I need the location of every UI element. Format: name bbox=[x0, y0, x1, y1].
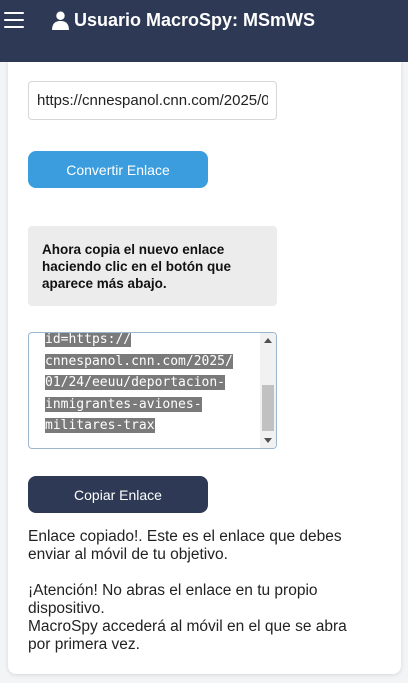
generated-link-textarea[interactable]: id=https:// cnnespanol.cnn.com/2025/ 01/… bbox=[28, 332, 277, 449]
link-line: inmigrantes-aviones- bbox=[45, 396, 202, 412]
generated-link-text: id=https:// cnnespanol.cnn.com/2025/ 01/… bbox=[45, 332, 255, 437]
copied-message: Enlace copiado!. Este es el enlace que d… bbox=[28, 528, 342, 563]
copy-link-button[interactable]: Copiar Enlace bbox=[28, 476, 208, 513]
link-line: 01/24/eeuu/deportacion- bbox=[45, 375, 226, 390]
header-bar: Usuario MacroSpy: MSmWS bbox=[0, 0, 408, 62]
link-line: militares-trax bbox=[45, 418, 155, 433]
hamburger-menu-icon[interactable] bbox=[4, 12, 24, 32]
page-title: Usuario MacroSpy: MSmWS bbox=[74, 10, 316, 30]
warning-message: ¡Atención! No abras el enlace en tu prop… bbox=[28, 582, 318, 617]
link-line: id=https:// bbox=[45, 332, 132, 347]
textarea-scrollbar[interactable] bbox=[260, 333, 276, 448]
link-line: cnnespanol.cnn.com/2025/ bbox=[45, 353, 233, 369]
user-icon bbox=[52, 11, 69, 30]
scroll-thumb[interactable] bbox=[262, 385, 274, 431]
url-input[interactable] bbox=[28, 81, 277, 120]
info-message: MacroSpy accederá al móvil en el que se … bbox=[28, 618, 347, 653]
scroll-up-arrow-icon[interactable] bbox=[264, 338, 272, 343]
convert-link-button[interactable]: Convertir Enlace bbox=[28, 151, 208, 188]
scroll-down-arrow-icon[interactable] bbox=[264, 438, 272, 443]
instruction-note: Ahora copia el nuevo enlace haciendo cli… bbox=[28, 226, 277, 306]
